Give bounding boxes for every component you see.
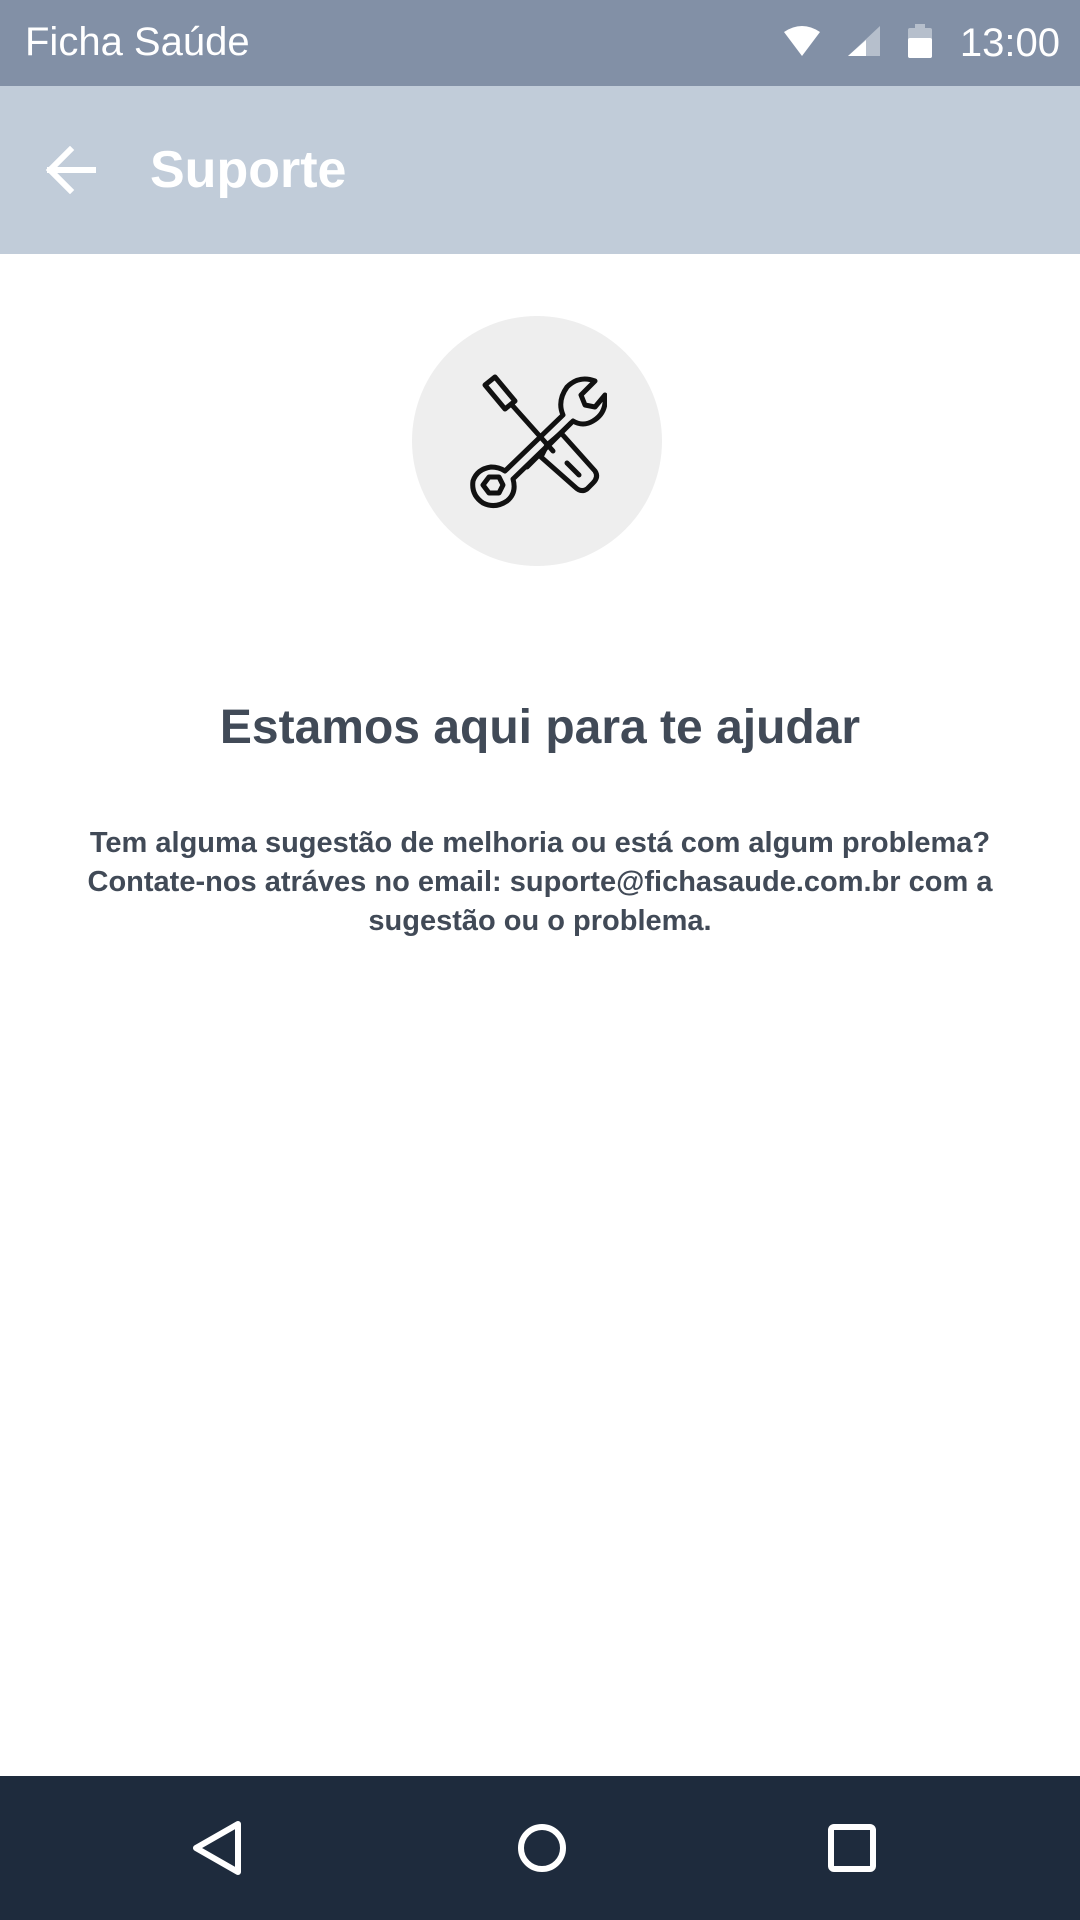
support-description-line: Tem alguma sugestão de melhoria ou está … (89, 827, 991, 859)
page-title: Suporte (150, 141, 347, 199)
battery-icon (907, 23, 932, 63)
nav-recents-icon (828, 1824, 876, 1872)
back-button[interactable] (30, 130, 110, 210)
nav-home-icon (518, 1824, 566, 1872)
tools-icon (470, 374, 607, 509)
support-screen: Ficha Saúde 13:00 Suporte Estamos aqui p… (0, 0, 1080, 1920)
nav-recents-button[interactable] (812, 1808, 892, 1888)
status-time: 13:00 (959, 21, 1060, 65)
status-icons: 13:00 (783, 0, 1060, 86)
system-navigation-bar (0, 1776, 1080, 1920)
app-bar: Suporte (0, 86, 1080, 254)
nav-home-button[interactable] (502, 1808, 582, 1888)
illustration-circle (412, 316, 662, 566)
support-description-line: Contate-nos atráves no email: suporte@fi… (87, 866, 993, 898)
support-description-line: sugestão ou o problema. (368, 905, 712, 937)
nav-back-button[interactable] (177, 1808, 257, 1888)
wifi-icon (783, 25, 820, 61)
support-description: Tem alguma sugestão de melhoria ou está … (60, 824, 1020, 941)
support-headline: Estamos aqui para te ajudar (219, 701, 861, 754)
cellular-signal-icon (847, 25, 880, 61)
nav-back-icon (193, 1821, 241, 1875)
status-bar: Ficha Saúde 13:00 (0, 0, 1080, 86)
status-app-name: Ficha Saúde (25, 20, 250, 64)
arrow-left-icon (45, 146, 96, 194)
